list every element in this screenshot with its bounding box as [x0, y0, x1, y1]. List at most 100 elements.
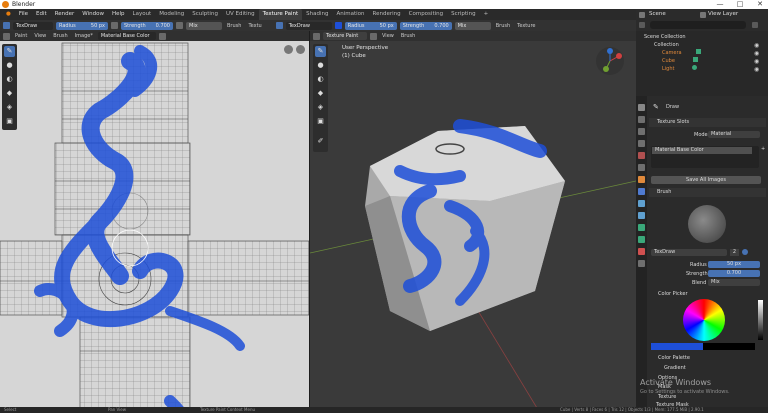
- minimize-button[interactable]: —: [710, 0, 730, 9]
- texture-tab-icon[interactable]: [638, 260, 645, 267]
- panel-header-texture-slots[interactable]: Texture Slots: [649, 118, 766, 127]
- strength-field[interactable]: 0.700: [708, 270, 760, 277]
- draw-tool-icon[interactable]: ✎: [315, 46, 326, 57]
- brush-menu-left[interactable]: Brush: [225, 22, 243, 30]
- tab-layout[interactable]: Layout: [129, 9, 156, 20]
- viewport-mode-dropdown[interactable]: Texture Paint: [323, 32, 367, 40]
- secondary-color-swatch[interactable]: [703, 343, 755, 350]
- gradient-header[interactable]: Gradient: [664, 365, 686, 371]
- brush-selector-left[interactable]: TexDraw: [13, 21, 53, 30]
- annotate-tool-icon[interactable]: ✐: [315, 136, 326, 147]
- fill-tool-icon[interactable]: ◈: [4, 102, 15, 113]
- strength-field-right[interactable]: Strength 0.700: [399, 21, 452, 30]
- menu-render[interactable]: Render: [51, 9, 79, 20]
- tab-compositing[interactable]: Compositing: [405, 9, 447, 20]
- add-slot-icon[interactable]: +: [761, 146, 765, 152]
- brush-name-field[interactable]: TexDraw: [651, 249, 727, 256]
- tab-sculpting[interactable]: Sculpting: [188, 9, 222, 20]
- blend-dropdown-right[interactable]: Mix: [454, 21, 491, 30]
- scene-selector[interactable]: Scene: [649, 11, 666, 17]
- fake-user-icon[interactable]: [742, 249, 748, 255]
- outliner-item-cube[interactable]: Cube: [636, 57, 768, 65]
- world-tab-icon[interactable]: [638, 164, 645, 171]
- editor-type-icon[interactable]: [313, 32, 320, 40]
- output-tab-icon[interactable]: [638, 128, 645, 135]
- 3d-viewport-canvas[interactable]: User Perspective (1) Cube: [310, 31, 636, 413]
- tool-tab-icon[interactable]: [638, 104, 645, 111]
- cube-render[interactable]: [310, 31, 636, 413]
- mask-tool-icon[interactable]: ▣: [315, 116, 326, 127]
- image-editor-menu-image[interactable]: Image*: [73, 32, 95, 40]
- image-editor-canvas[interactable]: [0, 31, 309, 413]
- blender-menu-icon[interactable]: ●: [2, 9, 15, 20]
- texture-menu-left[interactable]: Textu: [246, 22, 263, 30]
- filter-icon[interactable]: [639, 22, 645, 28]
- menu-edit[interactable]: Edit: [32, 9, 51, 20]
- smear-tool-icon[interactable]: ◐: [315, 74, 326, 85]
- menu-help[interactable]: Help: [108, 9, 129, 20]
- clone-tool-icon[interactable]: ◆: [4, 88, 15, 99]
- brush-selector-right[interactable]: TexDraw: [285, 21, 332, 30]
- viewport-menu-brush[interactable]: Brush: [399, 32, 417, 40]
- outliner-item-light[interactable]: Light: [636, 65, 768, 73]
- outliner-item-camera[interactable]: Camera: [636, 49, 768, 57]
- blend-dropdown[interactable]: Mix: [708, 279, 760, 286]
- view-layer-selector[interactable]: View Layer: [708, 11, 738, 17]
- image-selector[interactable]: Material Base Color: [97, 32, 156, 40]
- pan-icon[interactable]: [296, 45, 305, 54]
- add-workspace-button[interactable]: +: [480, 9, 493, 20]
- brush-menu-right[interactable]: Brush: [494, 22, 512, 30]
- image-browse-icon[interactable]: [158, 32, 166, 40]
- navigation-gizmo[interactable]: [596, 47, 624, 75]
- tab-modeling[interactable]: Modeling: [155, 9, 188, 20]
- editor-type-icon[interactable]: [3, 32, 10, 40]
- filter-funnel-icon[interactable]: [752, 22, 758, 28]
- panel-header-brush[interactable]: Brush: [649, 188, 766, 197]
- texture-slot-item[interactable]: Material Base Color: [652, 147, 752, 154]
- texture-menu-right[interactable]: Texture: [515, 22, 537, 30]
- zoom-icon[interactable]: [284, 45, 293, 54]
- draw-tool-icon[interactable]: [275, 22, 283, 29]
- physics-tab-icon[interactable]: [638, 212, 645, 219]
- tab-uv-editing[interactable]: UV Editing: [222, 9, 259, 20]
- outliner-search-input[interactable]: [650, 21, 746, 29]
- pressure-icon[interactable]: [111, 22, 118, 29]
- fill-tool-icon[interactable]: ◈: [315, 102, 326, 113]
- viewport-menu-view[interactable]: View: [380, 32, 396, 40]
- object-tab-icon[interactable]: [638, 176, 645, 183]
- mode-dropdown[interactable]: Material: [708, 131, 760, 138]
- visibility-eye-icon[interactable]: ◉: [754, 66, 759, 73]
- strength-field-left[interactable]: Strength 0.700: [121, 21, 173, 30]
- image-editor-menu-view[interactable]: View: [32, 32, 48, 40]
- radius-field-right[interactable]: Radius 50 px: [344, 21, 397, 30]
- tab-texture-paint[interactable]: Texture Paint: [258, 9, 303, 20]
- current-color-swatch[interactable]: [651, 343, 703, 350]
- color-wheel[interactable]: [683, 299, 725, 341]
- brush-users-count[interactable]: 2: [730, 249, 739, 256]
- particles-tab-icon[interactable]: [638, 200, 645, 207]
- tab-scripting[interactable]: Scripting: [447, 9, 479, 20]
- soften-tool-icon[interactable]: ●: [315, 60, 326, 71]
- scene-tab-icon[interactable]: [638, 152, 645, 159]
- draw-tool-icon[interactable]: ✎: [4, 46, 15, 57]
- outliner-item-collection[interactable]: Collection: [636, 41, 768, 49]
- data-tab-icon[interactable]: [638, 236, 645, 243]
- uv-wireframe-with-paint[interactable]: [0, 31, 309, 413]
- draw-tool-icon[interactable]: [3, 22, 10, 29]
- tab-rendering[interactable]: Rendering: [369, 9, 405, 20]
- radius-field[interactable]: 50 px: [708, 261, 760, 268]
- color-picker-header[interactable]: Color Picker: [658, 291, 688, 297]
- save-all-images-button[interactable]: Save All Images: [651, 176, 761, 184]
- radius-field-left[interactable]: Radius 50 px: [56, 21, 108, 30]
- soften-tool-icon[interactable]: ●: [4, 60, 15, 71]
- pressure-icon[interactable]: [176, 22, 183, 29]
- color-palette-header[interactable]: Color Palette: [658, 355, 690, 361]
- outliner-item-scene-collection[interactable]: Scene Collection: [636, 33, 768, 41]
- blend-dropdown-left[interactable]: Mix: [186, 21, 222, 30]
- material-tab-icon[interactable]: [638, 248, 645, 255]
- brush-preview-icon[interactable]: [688, 205, 726, 243]
- menu-file[interactable]: File: [15, 9, 32, 20]
- maximize-button[interactable]: □: [730, 0, 750, 9]
- smear-tool-icon[interactable]: ◐: [4, 74, 15, 85]
- image-editor-mode-dropdown[interactable]: Paint: [13, 32, 29, 40]
